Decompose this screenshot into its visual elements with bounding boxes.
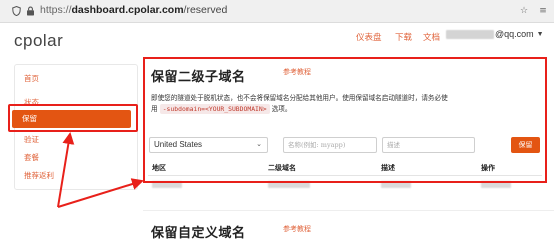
arrow-to-main — [57, 178, 144, 208]
annotation-arrows — [57, 132, 144, 208]
arrow-to-sidebar — [57, 132, 75, 208]
